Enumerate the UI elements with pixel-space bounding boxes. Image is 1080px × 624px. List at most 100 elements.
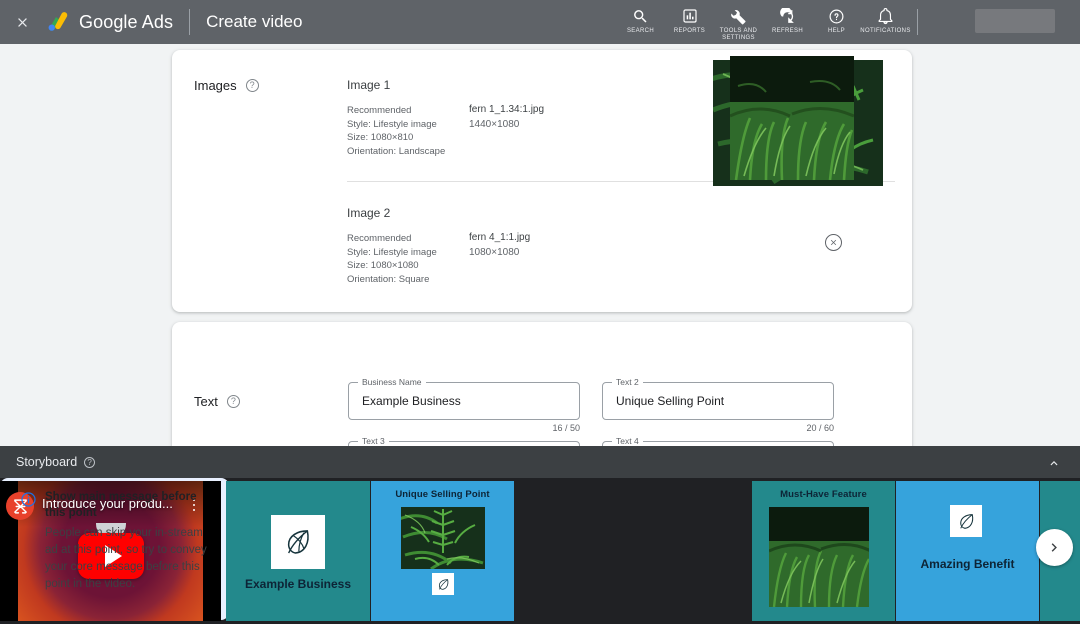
topbar-item-tools-settings[interactable]: TOOLS AND SETTINGS [714,0,763,42]
fern-photo-square [730,56,854,180]
topbar-actions: SEARCH REPORTS [616,0,910,44]
recommended-orientation: Orientation: Square [347,273,469,287]
field-legend: Text 4 [612,436,643,446]
image-row: Image 2 Recommended Style: Lifestyle ima… [347,206,897,286]
topbar-item-search[interactable]: SEARCH [616,0,665,35]
storyboard-scene-card[interactable]: Example Business [226,481,370,621]
close-icon [829,238,838,247]
images-label: Images [194,78,237,93]
storyboard-collapse-button[interactable] [1044,453,1064,473]
remove-image-button[interactable] [825,234,842,251]
field-legend: Text 3 [358,436,389,446]
text-section-header: Text ? [194,394,240,409]
info-icon [20,491,37,513]
field-legend: Business Name [358,377,426,387]
topbar-item-label: SEARCH [627,28,654,35]
scene-content: Example Business [226,481,370,621]
topbar-item-label: REPORTS [674,28,705,35]
field-legend: Text 2 [612,377,643,387]
close-icon [15,15,30,30]
images-section-header: Images ? [194,78,259,93]
grass-photo-icon [769,507,869,607]
image-file-dimensions: 1080×1080 [469,247,530,258]
storyboard-help-icon[interactable]: ? [84,457,95,468]
recommended-size: Size: 1080×1080 [347,259,469,273]
topbar-item-reports[interactable]: REPORTS [665,0,714,35]
chevron-up-icon [1047,456,1061,470]
image-file-dimensions: 1440×1080 [469,119,544,130]
scene-title: Must-Have Feature [752,489,895,500]
storyboard-bar: Storyboard ? [0,446,1080,478]
scene-title: Unique Selling Point [371,489,514,500]
close-button[interactable] [0,0,44,44]
scene-content: Unique Selling Point [371,481,514,621]
topbar-item-help[interactable]: HELP [812,0,861,35]
storyboard-scene-card[interactable]: Amazing Benefit [896,481,1039,621]
create-video-page: Google Ads Create video SEARCH [0,0,1080,624]
page-title: Create video [206,12,302,32]
text2-field[interactable]: Text 2 Unique Selling Point [602,382,834,420]
topbar-item-label: NOTIFICATIONS [860,28,910,35]
leaf-logo-icon [956,511,977,532]
storyboard-strip[interactable]: e o , ha Introduce your produ... [0,478,1080,624]
storyboard-label: Storyboard [16,455,77,469]
refresh-icon [779,7,796,25]
topbar-item-label: TOOLS AND SETTINGS [714,28,763,42]
scene-title: Amazing Benefit [896,557,1039,571]
google-ads-logo-icon [46,9,72,35]
topbar-divider [189,9,190,35]
scene-content: Must-Have Feature [752,481,895,621]
account-placeholder [975,9,1055,33]
scene-photo [401,507,485,569]
scene-content: Amazing Benefit [896,481,1039,621]
recommended-label: Recommended [347,232,469,246]
topbar-right-divider [917,9,918,35]
text-help-icon[interactable]: ? [227,395,240,408]
tools-icon [730,7,747,25]
image-thumbnail[interactable] [730,56,854,180]
help-icon [828,7,845,25]
image-file-info: fern 1_1.34:1.jpg 1440×1080 [469,104,544,158]
image-row-title: Image 2 [347,206,897,220]
business-name-field[interactable]: Business Name Example Business [348,382,580,420]
field-counter: 20 / 60 [602,423,834,433]
brand-label: Google Ads [79,12,173,33]
text-label: Text [194,394,218,409]
storyboard-scene-card[interactable]: Unique Selling Point [371,481,514,621]
search-icon [632,7,649,25]
leaf-logo-icon [281,525,315,559]
tip-body: People can skip your in-stream ad at thi… [45,525,217,593]
topbar-item-notifications[interactable]: NOTIFICATIONS [861,0,910,35]
field-value: Example Business [362,394,461,408]
scene-title: Example Business [226,577,370,591]
topbar-item-label: HELP [828,28,845,35]
brand-logo-box [271,515,325,569]
form-scroll-area[interactable]: Images ? Image 1 Recommended Style: Life… [0,44,1080,446]
notifications-icon [877,7,894,25]
storyboard-next-button[interactable] [1036,529,1073,566]
chevron-right-icon [1046,539,1063,556]
image-file-info: fern 4_1:1.jpg 1080×1080 [469,232,530,286]
reports-icon [682,7,698,25]
recommended-orientation: Orientation: Landscape [347,145,469,159]
leaf-logo-icon [436,577,451,592]
topbar-item-refresh[interactable]: REFRESH [763,0,812,35]
recommended-style: Style: Lifestyle image [347,118,469,132]
image-recommendations: Recommended Style: Lifestyle image Size:… [347,232,469,286]
top-app-bar: Google Ads Create video SEARCH [0,0,1080,44]
storyboard-scene-card[interactable]: Must-Have Feature [752,481,895,621]
text-card: Text ? Business Name Example Business 16… [172,322,912,446]
brand-logo-box [950,505,982,537]
topbar-item-label: REFRESH [772,28,803,35]
image-file-name: fern 1_1.34:1.jpg [469,104,544,115]
recommended-size: Size: 1080×810 [347,131,469,145]
field-value: Unique Selling Point [616,394,724,408]
recommended-style: Style: Lifestyle image [347,246,469,260]
images-help-icon[interactable]: ? [246,79,259,92]
tip-heading: Show main message before this point [45,489,212,521]
field-counter: 16 / 50 [348,423,580,433]
images-card: Images ? Image 1 Recommended Style: Life… [172,50,912,312]
recommended-label: Recommended [347,104,469,118]
image-recommendations: Recommended Style: Lifestyle image Size:… [347,104,469,158]
brand-logo-box [432,573,454,595]
